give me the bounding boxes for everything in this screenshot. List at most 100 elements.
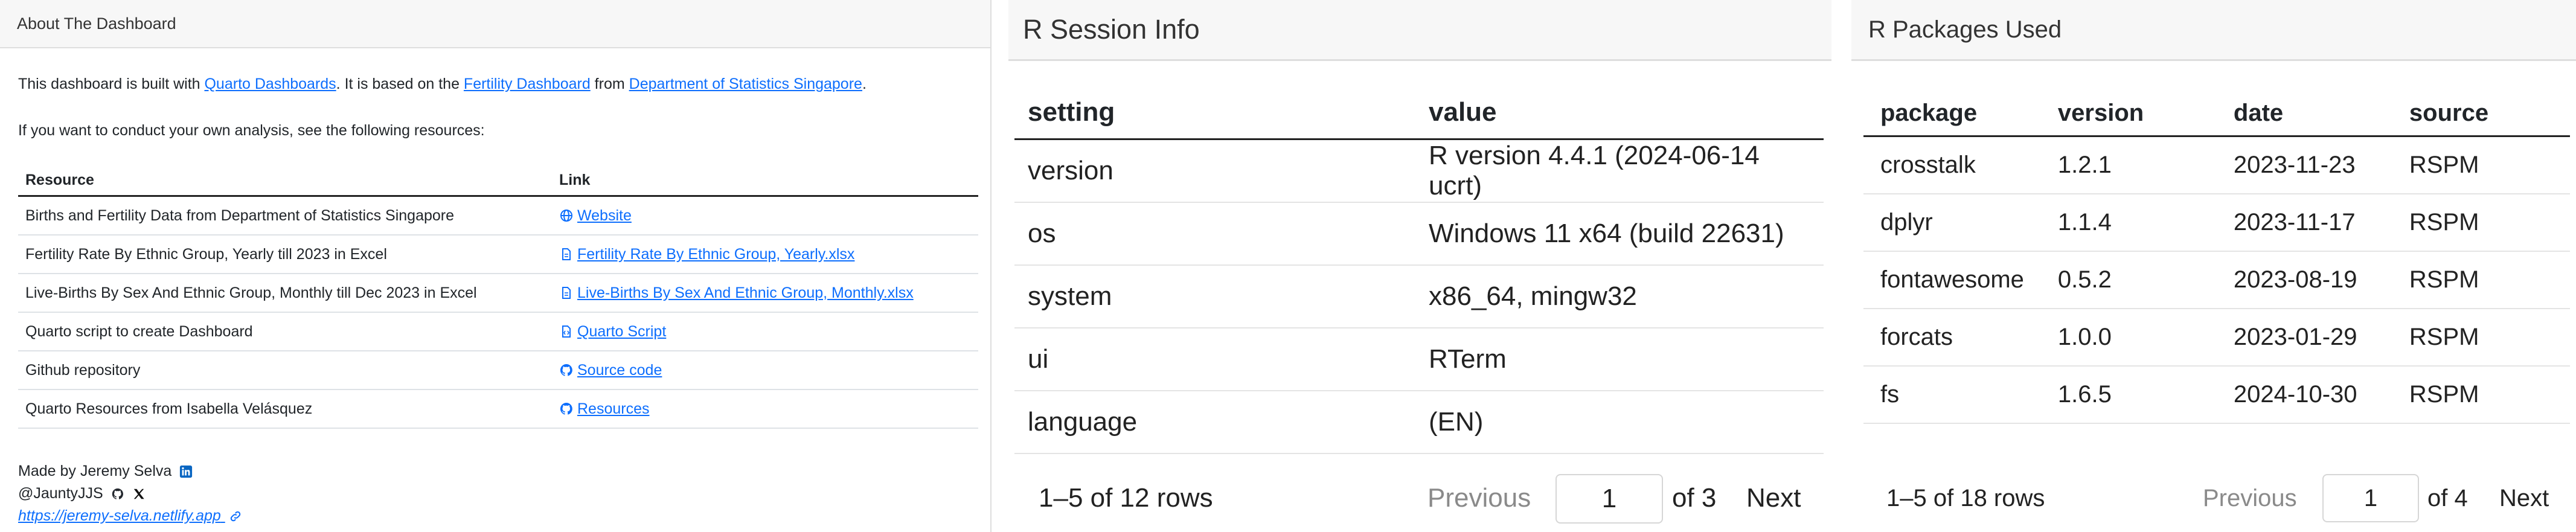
resources-table: Resource Link Births and Fertility Data … [18, 165, 978, 429]
code-file-icon [562, 325, 571, 338]
package-cell: forcats [1863, 309, 2041, 367]
linkedin-icon[interactable] [179, 465, 193, 478]
author-footer: Made by Jeremy Selva @JauntyJJS https://… [18, 460, 972, 527]
website-line: https://jeremy-selva.netlify.app [18, 505, 972, 527]
packages-row-range: 1–5 of 18 rows [1886, 484, 2045, 511]
table-row: fontawesome 0.5.2 2023-08-19 RSPM [1863, 251, 2570, 309]
made-by-line: Made by Jeremy Selva [18, 460, 972, 482]
quarto-script-label: Quarto Script [577, 322, 667, 340]
setting-cell: os [1014, 202, 1415, 266]
about-card-body: This dashboard is built with Quarto Dash… [0, 48, 990, 527]
fertility-dashboard-link[interactable]: Fertility Dashboard [464, 75, 591, 92]
about-card: About The Dashboard This dashboard is bu… [0, 0, 992, 532]
source-cell: RSPM [2392, 309, 2570, 367]
link-cell: Fertility Rate By Ethnic Group, Yearly.x… [552, 235, 978, 274]
session-row-range: 1–5 of 12 rows [1039, 483, 1213, 513]
intro-text-middle1: . It is based on the [336, 75, 464, 92]
table-row: system x86_64, mingw32 [1014, 265, 1824, 328]
table-row: dplyr 1.1.4 2023-11-17 RSPM [1863, 194, 2570, 252]
resource-cell: Births and Fertility Data from Departmen… [18, 196, 552, 236]
packages-table: package version date source crosstalk 1.… [1863, 91, 2570, 424]
version-column-header[interactable]: version [2040, 91, 2217, 137]
table-row: Quarto script to create Dashboard Quarto… [18, 312, 978, 351]
website-link-label: Website [577, 207, 632, 224]
date-cell: 2023-08-19 [2216, 251, 2392, 309]
table-row: version R version 4.4.1 (2024-06-14 ucrt… [1014, 139, 1824, 203]
fertility-rate-xlsx-link[interactable]: Fertility Rate By Ethnic Group, Yearly.x… [559, 246, 854, 263]
resources-link[interactable]: Resources [559, 400, 650, 417]
value-column-header[interactable]: value [1415, 86, 1824, 140]
table-row: os Windows 11 x64 (build 22631) [1014, 202, 1824, 266]
package-cell: dplyr [1863, 194, 2041, 252]
version-cell: 1.6.5 [2040, 366, 2217, 424]
resource-cell: Quarto script to create Dashboard [18, 312, 552, 351]
resource-cell: Github repository [18, 351, 552, 390]
session-table: setting value version R version 4.4.1 (2… [1014, 86, 1824, 454]
date-cell: 2023-11-23 [2216, 136, 2392, 194]
source-cell: RSPM [2392, 136, 2570, 194]
table-row: Github repository Source code [18, 351, 978, 390]
package-cell: fs [1863, 366, 2041, 424]
personal-website-label: https://jeremy-selva.netlify.app [18, 507, 221, 524]
about-card-title: About The Dashboard [17, 14, 176, 33]
made-by-text: Made by Jeremy Selva [18, 463, 172, 479]
quarto-dashboards-link[interactable]: Quarto Dashboards [204, 75, 336, 92]
version-cell: 1.0.0 [2040, 309, 2217, 367]
packages-header-row: package version date source [1863, 91, 2570, 137]
source-column-header[interactable]: source [2392, 91, 2570, 137]
packages-next-button[interactable]: Next [2499, 485, 2549, 512]
version-cell: 0.5.2 [2040, 251, 2217, 309]
session-page-input[interactable] [1556, 474, 1663, 524]
session-pagination: 1–5 of 12 rows Previous of 3 Next [1008, 471, 1831, 525]
link-icon[interactable] [229, 510, 242, 523]
table-row: Fertility Rate By Ethnic Group, Yearly t… [18, 235, 978, 274]
resources-intro: If you want to conduct your own analysis… [18, 122, 485, 139]
value-cell: R version 4.4.1 (2024-06-14 ucrt) [1415, 139, 1824, 203]
session-card-title: R Session Info [1023, 14, 1200, 45]
x-twitter-icon[interactable] [132, 487, 146, 501]
file-icon [562, 286, 571, 299]
source-code-label: Source code [577, 361, 662, 379]
github-icon [560, 402, 572, 415]
github-icon[interactable] [111, 487, 124, 501]
personal-website-link[interactable]: https://jeremy-selva.netlify.app [18, 507, 225, 524]
table-row: forcats 1.0.0 2023-01-29 RSPM [1863, 309, 2570, 367]
link-cell: Live-Births By Sex And Ethnic Group, Mon… [552, 274, 978, 313]
date-cell: 2023-11-17 [2216, 194, 2392, 252]
date-column-header[interactable]: date [2216, 91, 2392, 137]
resources-header-row: Resource Link [18, 165, 978, 197]
package-cell: crosstalk [1863, 136, 2041, 194]
setting-cell: version [1014, 139, 1415, 203]
value-cell: x86_64, mingw32 [1415, 265, 1824, 328]
fertility-rate-xlsx-label: Fertility Rate By Ethnic Group, Yearly.x… [577, 245, 855, 263]
packages-previous-button[interactable]: Previous [2203, 485, 2297, 512]
session-header-row: setting value [1014, 86, 1824, 140]
statistics-singapore-link[interactable]: Department of Statistics Singapore [629, 75, 862, 92]
quarto-script-link[interactable]: Quarto Script [559, 323, 666, 340]
packages-page-input[interactable] [2322, 474, 2419, 522]
link-cell: Resources [552, 389, 978, 429]
resource-column-header: Resource [18, 165, 552, 197]
source-code-link[interactable]: Source code [559, 362, 662, 379]
source-cell: RSPM [2392, 194, 2570, 252]
resources-label: Resources [577, 400, 650, 417]
about-card-header: About The Dashboard [0, 0, 990, 48]
session-previous-button[interactable]: Previous [1427, 483, 1531, 513]
intro-text-middle2: from [590, 75, 629, 92]
package-column-header[interactable]: package [1863, 91, 2041, 137]
setting-column-header[interactable]: setting [1014, 86, 1415, 140]
table-row: crosstalk 1.2.1 2023-11-23 RSPM [1863, 136, 2570, 194]
session-next-button[interactable]: Next [1746, 483, 1801, 513]
session-card-header: R Session Info [1008, 0, 1831, 61]
handle-line: @JauntyJJS [18, 482, 972, 505]
resource-cell: Quarto Resources from Isabella Velásquez [18, 389, 552, 429]
value-cell: RTerm [1415, 328, 1824, 391]
website-link[interactable]: Website [559, 207, 632, 224]
packages-page-count: of 4 [2427, 484, 2468, 511]
source-cell: RSPM [2392, 251, 2570, 309]
link-column-header: Link [552, 165, 978, 197]
live-births-xlsx-link[interactable]: Live-Births By Sex And Ethnic Group, Mon… [559, 284, 914, 301]
resource-cell: Fertility Rate By Ethnic Group, Yearly t… [18, 235, 552, 274]
file-icon [562, 248, 571, 260]
packages-card-header: R Packages Used [1851, 0, 2576, 61]
